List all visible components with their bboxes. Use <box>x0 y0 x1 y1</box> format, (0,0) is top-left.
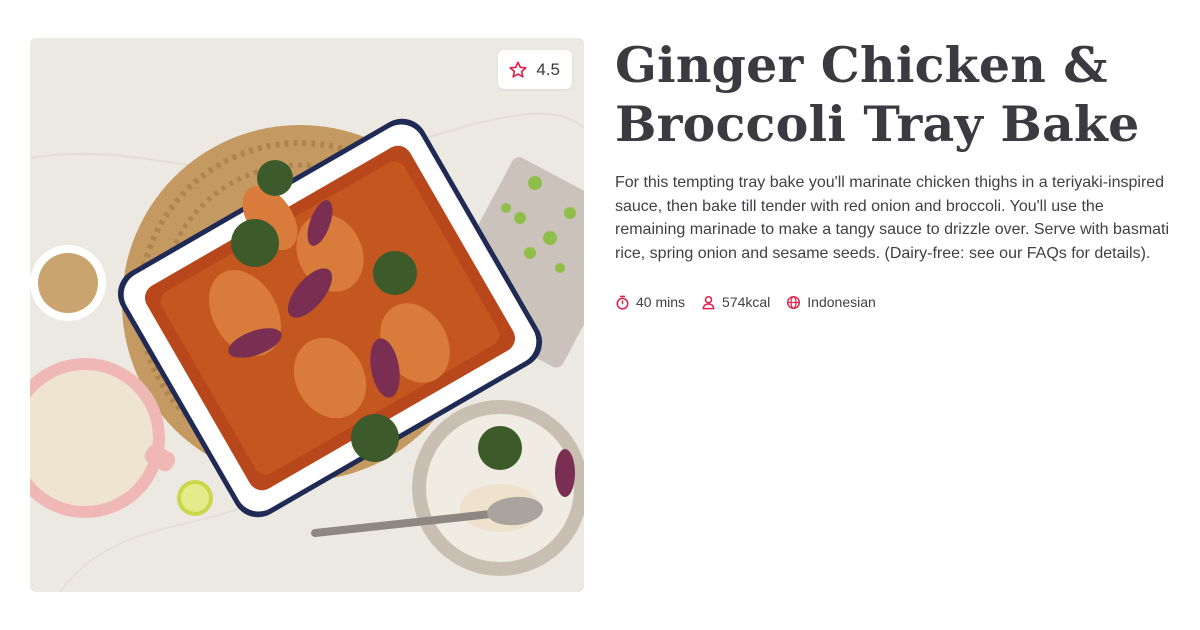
meta-calories-label: 574kcal <box>722 294 771 310</box>
meta-time: 40 mins <box>615 294 685 310</box>
page-title: Ginger Chicken & Broccoli Tray Bake <box>615 36 1140 153</box>
recipe-photo-illustration <box>30 38 584 592</box>
recipe-meta: 40 mins 574kcal Indonesian <box>615 294 1175 310</box>
recipe-image: 4.5 <box>30 38 584 592</box>
meta-cuisine-label: Indonesian <box>807 294 876 310</box>
meta-calories: 574kcal <box>701 294 770 310</box>
recipe-details: Ginger Chicken & Broccoli Tray Bake For … <box>615 36 1175 310</box>
rating-badge: 4.5 <box>498 50 572 89</box>
meta-time-label: 40 mins <box>636 294 686 310</box>
rating-value: 4.5 <box>536 59 560 79</box>
recipe-description: For this tempting tray bake you'll marin… <box>615 174 1170 262</box>
star-outline-icon <box>509 61 527 78</box>
meta-cuisine: Indonesian <box>786 294 876 310</box>
globe-icon <box>787 295 801 309</box>
person-icon <box>702 295 715 309</box>
timer-icon <box>616 295 629 310</box>
